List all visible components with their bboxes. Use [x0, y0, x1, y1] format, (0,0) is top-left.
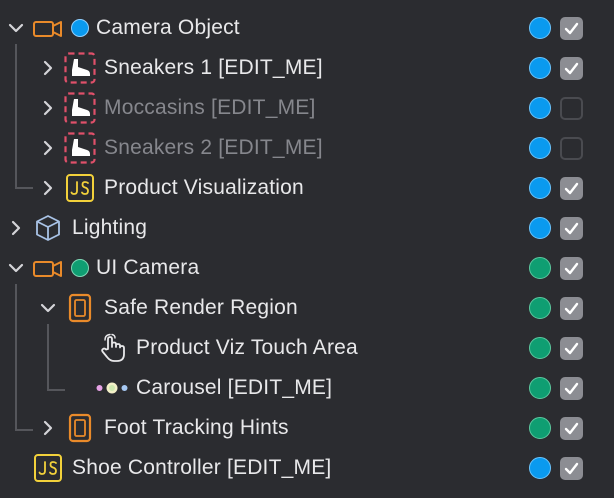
- enabled-checkbox[interactable]: [560, 417, 583, 440]
- enabled-checkbox[interactable]: [560, 97, 583, 120]
- enabled-checkbox[interactable]: [560, 297, 583, 320]
- scene-hierarchy-panel: Camera Object Sneakers 1 [EDIT_ME] Mocca…: [0, 0, 614, 498]
- tree-row-carousel[interactable]: Carousel [EDIT_ME]: [0, 368, 614, 408]
- hand-touch-icon: [96, 332, 128, 364]
- enabled-checkbox[interactable]: [560, 137, 583, 160]
- enabled-checkbox[interactable]: [560, 377, 583, 400]
- layer-status-dot[interactable]: [529, 457, 551, 479]
- tree-item-label: Sneakers 2 [EDIT_ME]: [104, 136, 323, 159]
- chevron-right-icon[interactable]: [38, 418, 58, 438]
- tree-row-foot-tracking-hints[interactable]: Foot Tracking Hints: [0, 408, 614, 448]
- carousel-icon: [96, 372, 128, 404]
- chevron-down-icon[interactable]: [38, 298, 58, 318]
- tree-item-label: Product Viz Touch Area: [136, 336, 358, 359]
- shoe-icon: [64, 132, 96, 164]
- tree-row-ui-camera[interactable]: UI Camera: [0, 248, 614, 288]
- chevron-right-icon[interactable]: [38, 58, 58, 78]
- enabled-checkbox[interactable]: [560, 457, 583, 480]
- camera-icon: [32, 252, 64, 284]
- layer-status-dot[interactable]: [529, 377, 551, 399]
- chevron-right-icon[interactable]: [38, 98, 58, 118]
- tree-item-label: Sneakers 1 [EDIT_ME]: [104, 56, 323, 79]
- layer-status-dot[interactable]: [529, 137, 551, 159]
- camera-icon: [32, 12, 64, 44]
- layer-status-dot[interactable]: [529, 97, 551, 119]
- chevron-down-icon[interactable]: [6, 18, 26, 38]
- layer-status-dot[interactable]: [529, 417, 551, 439]
- enabled-checkbox[interactable]: [560, 337, 583, 360]
- tree-item-label: UI Camera: [96, 256, 200, 279]
- layer-color-dot: [71, 259, 89, 277]
- tree-row-moccasins[interactable]: Moccasins [EDIT_ME]: [0, 88, 614, 128]
- tree-item-label: Safe Render Region: [104, 296, 298, 319]
- shoe-icon: [64, 92, 96, 124]
- script-icon: [64, 172, 96, 204]
- layer-status-dot[interactable]: [529, 257, 551, 279]
- tree-row-safe-render-region[interactable]: Safe Render Region: [0, 288, 614, 328]
- layer-color-dot: [71, 19, 89, 37]
- enabled-checkbox[interactable]: [560, 217, 583, 240]
- phone-region-icon: [64, 292, 96, 324]
- tree-item-label: Product Visualization: [104, 176, 304, 199]
- shoe-icon: [64, 52, 96, 84]
- tree-row-sneakers-1[interactable]: Sneakers 1 [EDIT_ME]: [0, 48, 614, 88]
- tree-item-label: Carousel [EDIT_ME]: [136, 376, 333, 399]
- chevron-right-icon[interactable]: [38, 138, 58, 158]
- cube-icon: [32, 212, 64, 244]
- tree-row-product-viz-touch-area[interactable]: Product Viz Touch Area: [0, 328, 614, 368]
- layer-status-dot[interactable]: [529, 217, 551, 239]
- tree-item-label: Lighting: [72, 216, 148, 239]
- layer-status-dot[interactable]: [529, 337, 551, 359]
- tree-row-lighting[interactable]: Lighting: [0, 208, 614, 248]
- tree-item-label: Shoe Controller [EDIT_ME]: [72, 456, 332, 479]
- tree-row-product-visualization[interactable]: Product Visualization: [0, 168, 614, 208]
- script-icon: [32, 452, 64, 484]
- tree-row-camera-object[interactable]: Camera Object: [0, 8, 614, 48]
- enabled-checkbox[interactable]: [560, 257, 583, 280]
- phone-region-icon: [64, 412, 96, 444]
- enabled-checkbox[interactable]: [560, 177, 583, 200]
- layer-status-dot[interactable]: [529, 57, 551, 79]
- tree-item-label: Moccasins [EDIT_ME]: [104, 96, 316, 119]
- chevron-down-icon[interactable]: [6, 258, 26, 278]
- layer-status-dot[interactable]: [529, 297, 551, 319]
- layer-status-dot[interactable]: [529, 177, 551, 199]
- chevron-right-icon[interactable]: [38, 178, 58, 198]
- tree-item-label: Foot Tracking Hints: [104, 416, 289, 439]
- enabled-checkbox[interactable]: [560, 17, 583, 40]
- tree-item-label: Camera Object: [96, 16, 240, 39]
- tree-row-sneakers-2[interactable]: Sneakers 2 [EDIT_ME]: [0, 128, 614, 168]
- enabled-checkbox[interactable]: [560, 57, 583, 80]
- layer-status-dot[interactable]: [529, 17, 551, 39]
- chevron-right-icon[interactable]: [6, 218, 26, 238]
- tree-row-shoe-controller[interactable]: Shoe Controller [EDIT_ME]: [0, 448, 614, 488]
